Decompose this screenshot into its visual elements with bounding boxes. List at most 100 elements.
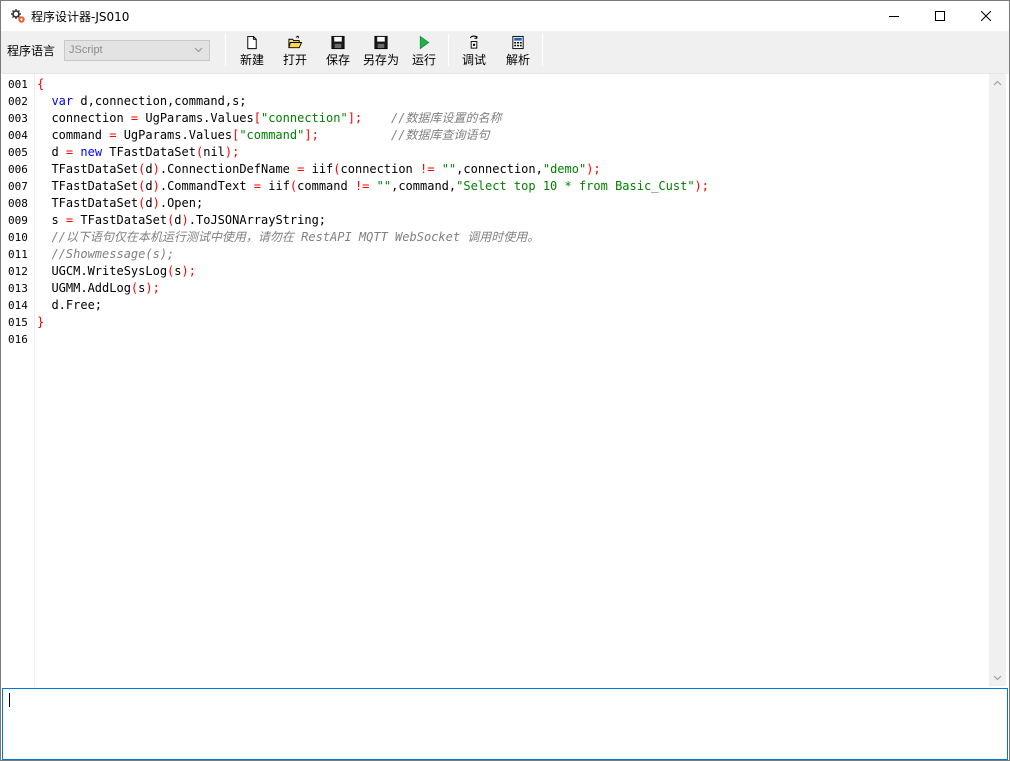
- code-line: UGCM.WriteSysLog(s);: [37, 263, 196, 280]
- designer-window: 程序设计器-JS010 程序语言 JScript 新建 打开 保存 另存为 运行…: [0, 0, 1010, 761]
- code-token: .CommandText: [159, 179, 254, 193]
- toolbar-separator: [542, 34, 543, 66]
- floppy-disk-icon: [331, 35, 345, 50]
- code-token: TFastDataSet: [37, 179, 139, 193]
- line-number: 016: [8, 333, 28, 346]
- code-token: ];: [304, 128, 319, 142]
- code-token: s: [37, 213, 66, 227]
- line-number: 010: [8, 231, 28, 244]
- line-number: 013: [8, 282, 28, 295]
- code-line: var d,connection,command,s;: [37, 93, 247, 110]
- code-token: }: [37, 315, 45, 329]
- code-token: var: [51, 94, 74, 108]
- code-token: );: [181, 264, 196, 278]
- code-line: UGMM.AddLog(s);: [37, 280, 160, 297]
- code-token: d: [145, 179, 153, 193]
- code-line: }: [37, 314, 44, 331]
- code-line: connection = UgParams.Values["connection…: [37, 110, 501, 127]
- save-button[interactable]: 保存: [324, 34, 352, 68]
- toolbar-separator: [448, 34, 449, 66]
- line-number: 003: [8, 112, 28, 125]
- parse-button[interactable]: 解析: [504, 34, 532, 68]
- save-as-icon: [374, 35, 388, 50]
- run-button[interactable]: 运行: [410, 34, 438, 68]
- code-token: );: [586, 162, 601, 176]
- parse-button-label: 解析: [505, 53, 530, 67]
- code-line: //Showmessage(s);: [37, 246, 174, 263]
- code-token: //Showmessage(s);: [51, 247, 175, 261]
- maximize-button[interactable]: [917, 1, 963, 31]
- code-token: ): [152, 162, 160, 176]
- code-line: TFastDataSet(d).ConnectionDefName = iif(…: [37, 161, 601, 178]
- window-title: 程序设计器-JS010: [31, 10, 130, 24]
- code-token: d: [37, 145, 66, 159]
- code-token: .ConnectionDefName: [159, 162, 298, 176]
- code-editor[interactable]: 001 002 003 004 005 006 007 008 009 010 011 012 013 0…: [2, 73, 1008, 686]
- code-token: [: [253, 111, 261, 125]
- code-line: d = new TFastDataSet(nil);: [37, 144, 239, 161]
- line-number: 009: [8, 214, 28, 227]
- code-line: {: [37, 76, 44, 93]
- toolbar-separator: [225, 34, 226, 66]
- code-token: nil: [203, 145, 225, 159]
- save-as-button[interactable]: 另存为: [361, 34, 401, 68]
- text-caret: [9, 693, 10, 707]
- code-area[interactable]: { var d,connection,command,s; connection…: [35, 74, 989, 686]
- run-button-label: 运行: [411, 53, 436, 67]
- code-line: d.Free;: [37, 297, 102, 314]
- new-file-icon: [247, 35, 257, 50]
- code-token: );: [145, 281, 160, 295]
- scroll-down-button[interactable]: [989, 669, 1006, 686]
- line-number: 001: [8, 78, 28, 91]
- open-button[interactable]: 打开: [281, 34, 309, 68]
- scroll-up-button[interactable]: [989, 74, 1006, 91]
- code-token: connection: [340, 162, 420, 176]
- vertical-scrollbar[interactable]: [989, 74, 1006, 686]
- code-token: new: [80, 145, 103, 159]
- close-icon: [981, 11, 991, 21]
- debug-step-icon: [469, 35, 478, 49]
- line-number-gutter: 001 002 003 004 005 006 007 008 009 010 011 012 013 0…: [2, 74, 35, 686]
- code-token: TFastDataSet: [37, 162, 139, 176]
- code-line: command = UgParams.Values["command"]; //…: [37, 127, 489, 144]
- code-token: .ToJSONArrayString;: [188, 213, 327, 227]
- code-token: );: [224, 145, 240, 159]
- code-token: ): [152, 179, 160, 193]
- code-token: command: [297, 179, 355, 193]
- open-folder-icon: [288, 35, 303, 49]
- save-as-button-label: 另存为: [362, 53, 399, 67]
- code-token: d.Free;: [37, 298, 103, 312]
- code-token: UgParams.Values: [138, 111, 254, 125]
- code-token: ): [181, 213, 189, 227]
- code-line: //以下语句仅在本机运行测试中使用，请勿在 RestAPI MQTT WebSo…: [37, 229, 539, 246]
- language-select-value: JScript: [69, 44, 103, 56]
- code-token: command: [37, 128, 110, 142]
- code-token: =: [253, 179, 262, 193]
- line-number: 002: [8, 95, 28, 108]
- code-token: d,connection,command,s;: [73, 94, 247, 108]
- calculator-icon: [512, 35, 524, 50]
- app-gear-icon: [11, 9, 25, 23]
- code-token: "": [441, 162, 457, 176]
- language-select[interactable]: JScript: [64, 40, 210, 61]
- new-button[interactable]: 新建: [238, 34, 266, 68]
- line-number: 004: [8, 129, 28, 142]
- debug-button[interactable]: 调试: [460, 34, 488, 68]
- code-token: ,command,: [391, 179, 457, 193]
- code-token: d: [145, 162, 153, 176]
- close-button[interactable]: [963, 1, 1009, 31]
- output-panel[interactable]: [2, 688, 1008, 760]
- line-number: 012: [8, 265, 28, 278]
- code-line: TFastDataSet(d).Open;: [37, 195, 203, 212]
- code-token: d: [174, 213, 182, 227]
- minimize-button[interactable]: [871, 1, 917, 31]
- code-token: d: [145, 196, 153, 210]
- minimize-icon: [889, 16, 899, 17]
- code-token: );: [694, 179, 709, 193]
- code-token: UGCM.WriteSysLog: [37, 264, 168, 278]
- code-token: "": [376, 179, 392, 193]
